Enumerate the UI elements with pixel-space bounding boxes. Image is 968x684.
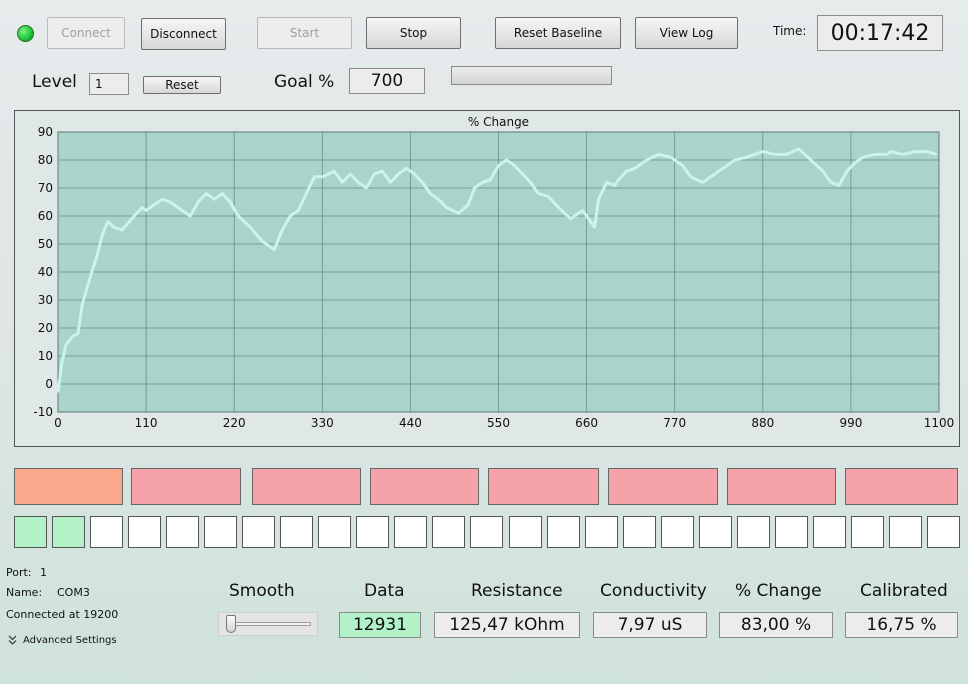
port-value: 1 [40, 566, 47, 579]
level-square [737, 516, 770, 548]
stop-button[interactable]: Stop [366, 17, 461, 49]
double-chevron-down-icon [8, 635, 17, 645]
percent-change-chart: % Change 90 80 70 60 50 40 30 20 10 0 -10 0 110 220 330… [14, 110, 960, 447]
chart-title: % Change [468, 115, 529, 129]
percent-change-value: 83,00 % [719, 612, 833, 638]
y-tick-label: 20 [38, 321, 53, 335]
level-square [547, 516, 580, 548]
progress-block [845, 468, 958, 505]
level-square [356, 516, 389, 548]
level-square [889, 516, 922, 548]
x-tick-label: 990 [839, 416, 862, 430]
data-value: 12931 [339, 612, 421, 638]
y-tick-label: 50 [38, 237, 53, 251]
x-tick-label: 660 [575, 416, 598, 430]
x-tick-label: 770 [663, 416, 686, 430]
goal-field[interactable]: 700 [349, 68, 425, 94]
progress-block [608, 468, 718, 505]
level-square [318, 516, 351, 548]
slider-thumb[interactable] [226, 615, 236, 633]
y-tick-label: 90 [38, 125, 53, 139]
y-tick-label: 10 [38, 349, 53, 363]
goal-progress-bar [451, 66, 612, 85]
level-square [394, 516, 427, 548]
percent-change-label: % Change [735, 581, 822, 601]
x-tick-label: 110 [135, 416, 158, 430]
time-display: 00:17:42 [817, 15, 943, 51]
level-reset-button[interactable]: Reset [143, 76, 221, 94]
level-square [699, 516, 732, 548]
x-tick-label: 550 [487, 416, 510, 430]
smooth-label: Smooth [229, 581, 295, 601]
level-square [280, 516, 313, 548]
progress-block [727, 468, 836, 505]
slider-track [227, 622, 311, 626]
level-square [90, 516, 123, 548]
calibrated-label: Calibrated [860, 581, 948, 601]
view-log-button[interactable]: View Log [635, 17, 738, 49]
advanced-settings-label: Advanced Settings [23, 634, 117, 646]
level-square [14, 516, 47, 548]
time-label: Time: [773, 24, 807, 38]
level-square [242, 516, 275, 548]
y-tick-label: 40 [38, 265, 53, 279]
status-led-icon [17, 25, 34, 42]
level-square [927, 516, 960, 548]
x-tick-label: 220 [223, 416, 246, 430]
disconnect-button[interactable]: Disconnect [141, 18, 226, 50]
start-button[interactable]: Start [257, 17, 352, 49]
name-label: Name: [6, 586, 43, 599]
x-tick-label: 1100 [924, 416, 955, 430]
level-square [813, 516, 846, 548]
y-tick-label: 60 [38, 209, 53, 223]
reset-baseline-button[interactable]: Reset Baseline [495, 17, 621, 49]
resistance-value: 125,47 kOhm [434, 612, 580, 638]
level-square [661, 516, 694, 548]
level-square [585, 516, 618, 548]
progress-block [488, 468, 599, 505]
x-tick-label: 880 [751, 416, 774, 430]
connect-button[interactable]: Connect [47, 17, 125, 49]
x-tick-label: 440 [399, 416, 422, 430]
goal-label: Goal % [274, 72, 335, 92]
x-tick-label: 330 [311, 416, 334, 430]
calibrated-value: 16,75 % [845, 612, 958, 638]
y-tick-label: -10 [33, 405, 53, 419]
y-tick-label: 80 [38, 153, 53, 167]
x-tick-label: 0 [54, 416, 62, 430]
port-label: Port: [6, 566, 32, 579]
level-square [470, 516, 503, 548]
level-square [204, 516, 237, 548]
smooth-slider[interactable] [218, 612, 318, 636]
name-value: COM3 [57, 586, 90, 599]
y-tick-label: 0 [45, 377, 53, 391]
resistance-label: Resistance [471, 581, 563, 601]
level-square [432, 516, 465, 548]
level-field[interactable]: 1 [89, 73, 129, 95]
conductivity-label: Conductivity [600, 581, 707, 601]
y-tick-label: 30 [38, 293, 53, 307]
chart-svg: % Change9080706050403020100-100 110 220 330… [33, 115, 955, 430]
level-square [623, 516, 656, 548]
progress-block [14, 468, 123, 505]
data-label: Data [364, 581, 405, 601]
level-square [166, 516, 199, 548]
progress-block [252, 468, 361, 505]
level-square [851, 516, 884, 548]
level-square [775, 516, 808, 548]
y-tick-label: 70 [38, 181, 53, 195]
level-square [128, 516, 161, 548]
connection-status: Connected at 19200 [6, 608, 119, 621]
advanced-settings-toggle[interactable]: Advanced Settings [7, 632, 117, 648]
level-label: Level [32, 72, 77, 92]
level-square [52, 516, 85, 548]
level-square [509, 516, 542, 548]
progress-block [370, 468, 479, 505]
conductivity-value: 7,97 uS [593, 612, 707, 638]
progress-block [131, 468, 241, 505]
